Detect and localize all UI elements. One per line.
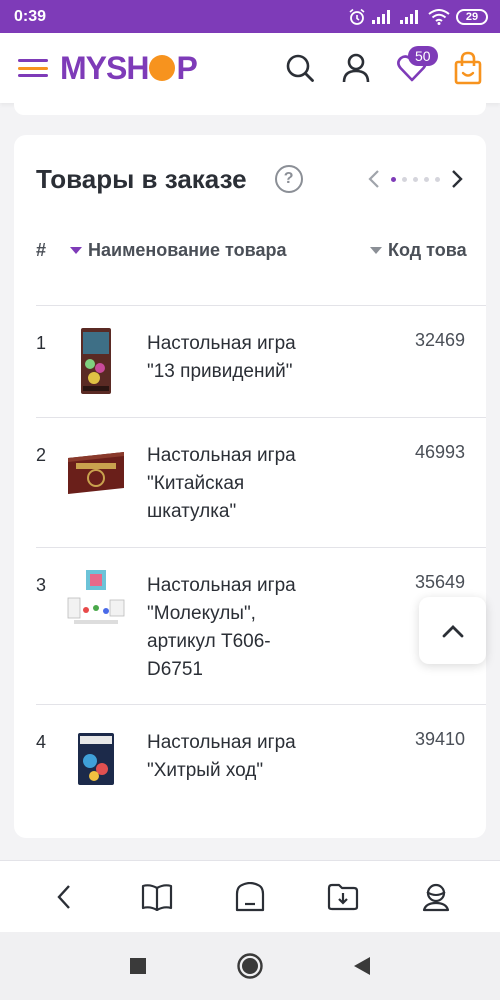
profile-button[interactable] — [414, 875, 458, 919]
chevron-left-icon[interactable] — [367, 169, 381, 189]
menu-icon[interactable] — [18, 57, 48, 79]
cart-button[interactable] — [450, 50, 486, 86]
product-name[interactable]: Настольная игра "Хитрый ход" — [147, 729, 322, 785]
cart-bag-icon — [454, 51, 482, 85]
logo[interactable]: MYSH P — [60, 49, 198, 87]
favorites-count-badge: 50 — [408, 46, 438, 66]
product-image[interactable] — [66, 568, 126, 638]
wifi-icon — [428, 8, 450, 25]
recent-apps-icon — [130, 958, 146, 974]
system-back-button[interactable] — [345, 949, 379, 983]
browser-back-button[interactable] — [42, 875, 86, 919]
battery-indicator: 29 — [456, 8, 488, 25]
product-image[interactable] — [66, 725, 126, 795]
card-header: Товары в заказе ? — [36, 159, 464, 199]
pager-dot — [424, 176, 429, 182]
app-header: MYSH P 50 — [0, 33, 500, 103]
table-row[interactable]: 1 Настольная игра "13 привидений" 32469 — [36, 305, 486, 417]
pager-dots — [391, 176, 440, 182]
column-number: # — [36, 239, 47, 260]
downloads-button[interactable] — [321, 875, 365, 919]
sort-caret-icon — [70, 247, 82, 255]
system-navigation-bar — [0, 932, 500, 1000]
order-items-card: Товары в заказе ? # Наименование товара … — [14, 135, 486, 838]
product-code: 32469 — [415, 330, 466, 350]
product-image[interactable] — [66, 438, 126, 508]
home-button[interactable] — [233, 949, 267, 983]
search-button[interactable] — [282, 50, 318, 86]
table-row[interactable]: 2 Настольная игра "Китайская шкатулка" 4… — [36, 417, 486, 547]
card-title: Товары в заказе — [36, 163, 247, 194]
chevron-right-icon[interactable] — [450, 169, 464, 189]
tabs-home-button[interactable] — [228, 875, 272, 919]
logo-text-end: P — [176, 49, 197, 86]
help-icon[interactable]: ? — [274, 165, 303, 193]
table-column-header: # Наименование товара Код това — [36, 235, 486, 265]
user-icon — [342, 53, 370, 83]
product-name[interactable]: Настольная игра "Молекулы", артикул T606… — [147, 572, 322, 684]
previous-card-edge — [14, 103, 486, 115]
product-code: 35649 — [415, 572, 466, 592]
order-items-table: 1 Настольная игра "13 привидений" 32469 … — [36, 305, 486, 820]
browser-toolbar — [0, 860, 500, 932]
book-icon — [142, 883, 173, 911]
pager-dot — [391, 176, 396, 182]
row-number: 2 — [36, 445, 47, 465]
alarm-icon — [349, 8, 365, 25]
column-name-label: Наименование товара — [88, 239, 287, 260]
account-button[interactable] — [338, 50, 374, 86]
product-code: 46993 — [415, 442, 466, 462]
download-folder-icon — [327, 883, 358, 910]
sort-caret-icon — [370, 247, 382, 255]
pager-dot — [435, 176, 440, 182]
header-actions: 50 — [282, 46, 486, 86]
product-name[interactable]: Настольная игра "Китайская шкатулка" — [147, 442, 322, 526]
status-icons: 29 — [348, 8, 488, 26]
product-image[interactable] — [66, 326, 126, 396]
pager-dot — [413, 176, 418, 182]
tabs-home-icon — [235, 881, 265, 911]
table-pager — [367, 169, 464, 189]
back-triangle-icon — [354, 957, 370, 975]
logo-text: MYSH — [60, 49, 149, 86]
row-number: 1 — [36, 333, 47, 353]
search-icon — [286, 54, 314, 82]
logo-dot — [149, 55, 176, 81]
column-code-sort[interactable]: Код това — [370, 240, 467, 261]
bookmarks-button[interactable] — [135, 875, 179, 919]
column-code-label: Код това — [388, 239, 467, 260]
status-time: 0:39 — [14, 7, 47, 25]
product-code: 39410 — [415, 729, 466, 749]
profile-icon — [422, 883, 449, 911]
column-name-sort[interactable]: Наименование товара — [70, 240, 370, 261]
table-row[interactable]: 4 Настольная игра "Хитрый ход" 39410 — [36, 704, 486, 820]
recent-apps-button[interactable] — [121, 949, 155, 983]
chevron-up-icon — [442, 624, 463, 637]
back-icon — [57, 884, 71, 909]
row-number: 3 — [36, 575, 47, 595]
pager-dot — [402, 176, 407, 182]
row-number: 4 — [36, 732, 47, 752]
scroll-to-top-button[interactable] — [419, 597, 486, 664]
favorites-button[interactable]: 50 — [394, 46, 438, 86]
home-icon — [237, 953, 263, 979]
signal-icon-2 — [400, 9, 418, 24]
product-name[interactable]: Настольная игра "13 привидений" — [147, 330, 322, 386]
signal-icon — [372, 9, 390, 24]
status-bar: 0:39 29 — [0, 0, 500, 33]
